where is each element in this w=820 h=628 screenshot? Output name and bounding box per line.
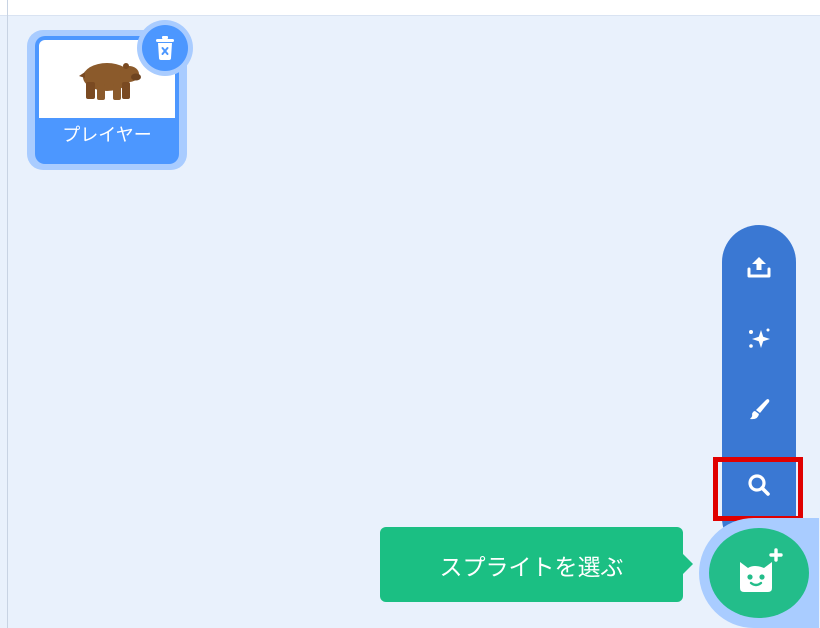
paint-brush-icon <box>750 399 770 420</box>
paint-sprite-button[interactable] <box>722 379 796 439</box>
choose-sprite-button[interactable] <box>709 528 809 618</box>
surprise-sparkle-icon <box>749 328 770 348</box>
sprite-name-label: プレイヤー <box>62 125 152 146</box>
delete-button-face <box>142 25 188 71</box>
upload-icon <box>747 257 771 278</box>
delete-sprite-button[interactable] <box>137 20 193 76</box>
search-highlight-box <box>713 457 803 521</box>
choose-sprite-tooltip: スプライトを選ぶ <box>380 527 683 602</box>
tooltip-arrow <box>682 553 693 575</box>
bear-sprite-image <box>79 63 141 100</box>
cat-add-icon <box>740 548 783 592</box>
top-bar <box>0 0 820 16</box>
surprise-sprite-button[interactable] <box>722 309 796 369</box>
upload-sprite-button[interactable] <box>722 237 796 297</box>
trash-icon <box>156 36 174 60</box>
